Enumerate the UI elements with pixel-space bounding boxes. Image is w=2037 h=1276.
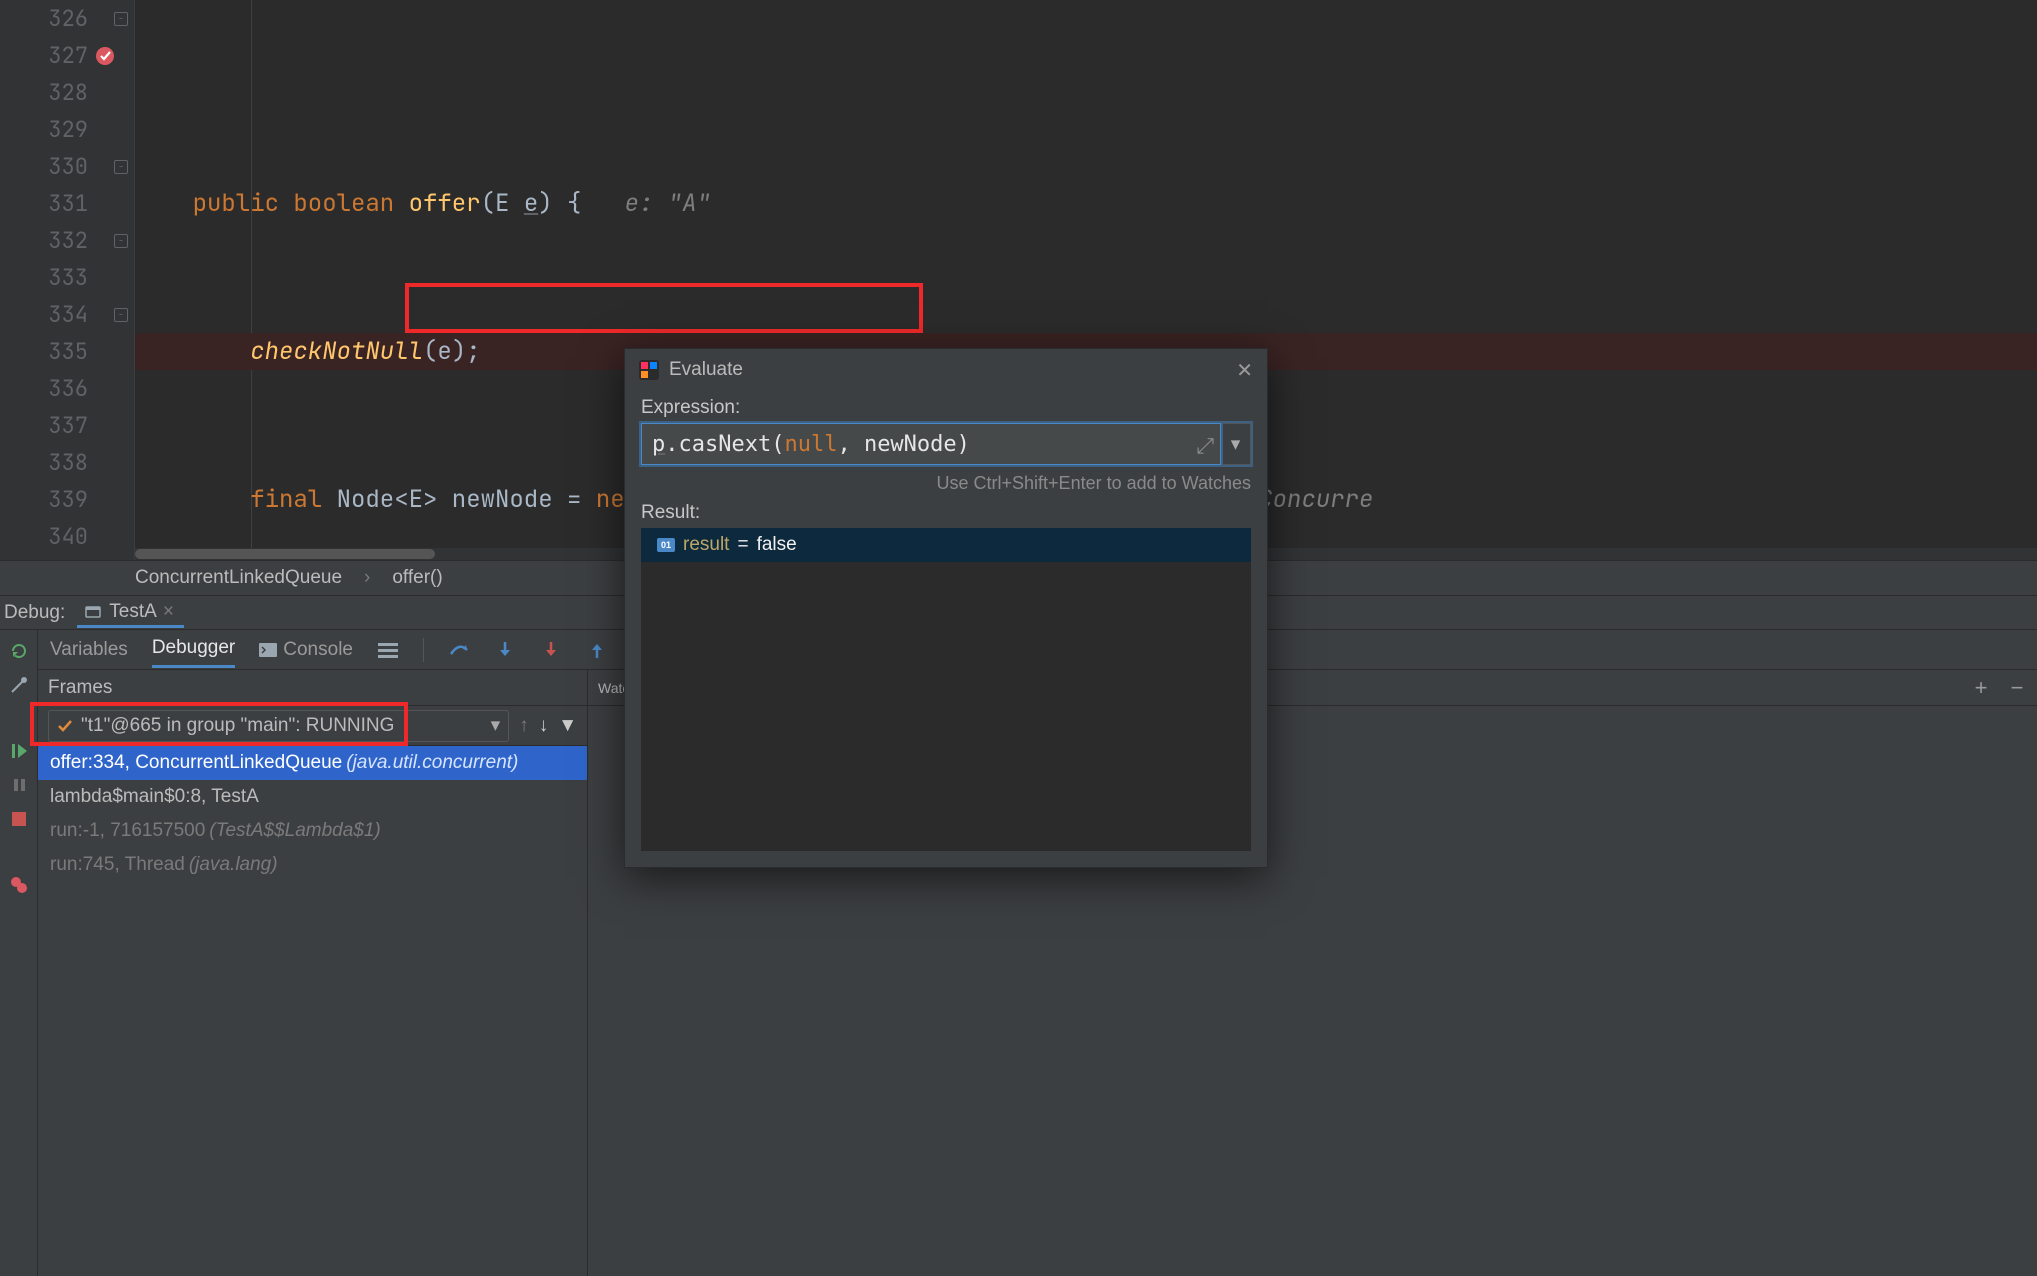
code-line[interactable]: public boolean offer(E e) { e: "A" [135,185,2037,222]
filter-icon[interactable]: ▼ [558,715,577,737]
line-number: 331 [0,185,134,222]
crumb-sep: › [364,567,370,589]
dialog-title: Evaluate [669,359,743,381]
settings-icon[interactable] [8,674,30,696]
line-number: 330− [0,148,134,185]
expression-label: Expression: [625,391,1267,423]
hint-text: Use Ctrl+Shift+Enter to add to Watches [625,469,1267,502]
tab-debugger[interactable]: Debugger [152,631,235,668]
line-number: 339 [0,481,134,518]
evaluate-dialog[interactable]: Evaluate ✕ Expression: p.casNext(null, n… [624,348,1268,868]
line-number: 326− [0,0,134,37]
line-number: 328 [0,74,134,111]
crumb[interactable]: ConcurrentLinkedQueue [135,567,342,589]
pause-icon[interactable] [8,774,30,796]
gutter: 326− 327 328 329 330− 331 332− 333 334− … [0,0,135,560]
layout-icon[interactable] [377,639,399,661]
crumb[interactable]: offer() [392,567,442,589]
thread-selector-row: "t1"@665 in group "main": RUNNING ▾ ↑ ↓ … [38,706,587,746]
tab-variables[interactable]: Variables [50,633,128,667]
close-icon[interactable]: ✕ [1236,358,1253,383]
line-number: 335 [0,333,134,370]
result-row[interactable]: 01 result = false [641,528,1251,562]
result-label: Result: [625,502,1267,528]
step-over-icon[interactable] [448,639,470,661]
result-tree[interactable]: 01 result = false [641,528,1251,851]
fold-icon[interactable]: − [114,12,128,26]
close-icon[interactable]: × [163,601,174,623]
stack-frame[interactable]: lambda$main$0:8, TestA [38,780,587,814]
stack-frame[interactable]: run:745, Thread (java.lang) [38,848,587,882]
expression-input[interactable]: p.casNext(null, newNode)⤢ [641,423,1221,465]
stop-icon[interactable] [8,808,30,830]
intellij-icon [639,360,659,380]
view-breakpoints-icon[interactable] [8,874,30,896]
frame-list[interactable]: offer:334, ConcurrentLinkedQueue (java.u… [38,746,587,1276]
scrollbar-thumb[interactable] [135,549,435,559]
line-number: 333 [0,259,134,296]
line-number: 340 [0,518,134,555]
debug-run-tab[interactable]: TestA × [77,597,184,628]
next-frame-icon[interactable]: ↓ [539,715,549,737]
expand-icon[interactable]: ⤢ [1196,434,1214,459]
stack-frame[interactable]: run:-1, 716157500 (TestA$$Lambda$1) [38,814,587,848]
debug-sidebar [0,630,38,1276]
resume-icon[interactable] [8,740,30,762]
value-type-icon: 01 [657,538,675,552]
line-number: 334− [0,296,134,333]
prev-frame-icon[interactable]: ↑ [519,715,529,737]
thread-dropdown[interactable]: "t1"@665 in group "main": RUNNING ▾ [48,710,509,742]
tab-console[interactable]: Console [259,633,353,667]
step-into-icon[interactable] [494,639,516,661]
history-dropdown[interactable]: ▾ [1221,423,1251,465]
fold-icon[interactable]: − [114,160,128,174]
line-number: 337 [0,407,134,444]
frames-panel: Frames "t1"@665 in group "main": RUNNING… [38,670,588,1276]
force-step-into-icon[interactable] [540,639,562,661]
line-number: 338 [0,444,134,481]
rerun-icon[interactable] [8,640,30,662]
frames-header: Frames [38,670,587,706]
add-watch-icon[interactable]: + [1971,675,1991,701]
line-number: 332− [0,222,134,259]
remove-watch-icon[interactable]: − [2007,675,2027,701]
line-number: 327 [0,37,134,74]
run-config-icon [85,604,103,620]
line-number: 329 [0,111,134,148]
breakpoint-icon[interactable] [94,45,116,67]
fold-icon[interactable]: − [114,308,128,322]
step-out-icon[interactable] [586,639,608,661]
line-number: 336 [0,370,134,407]
stack-frame[interactable]: offer:334, ConcurrentLinkedQueue (java.u… [38,746,587,780]
debug-label: Debug: [4,602,65,624]
check-icon [57,719,73,733]
chevron-down-icon: ▾ [491,714,501,737]
fold-icon[interactable]: − [114,234,128,248]
